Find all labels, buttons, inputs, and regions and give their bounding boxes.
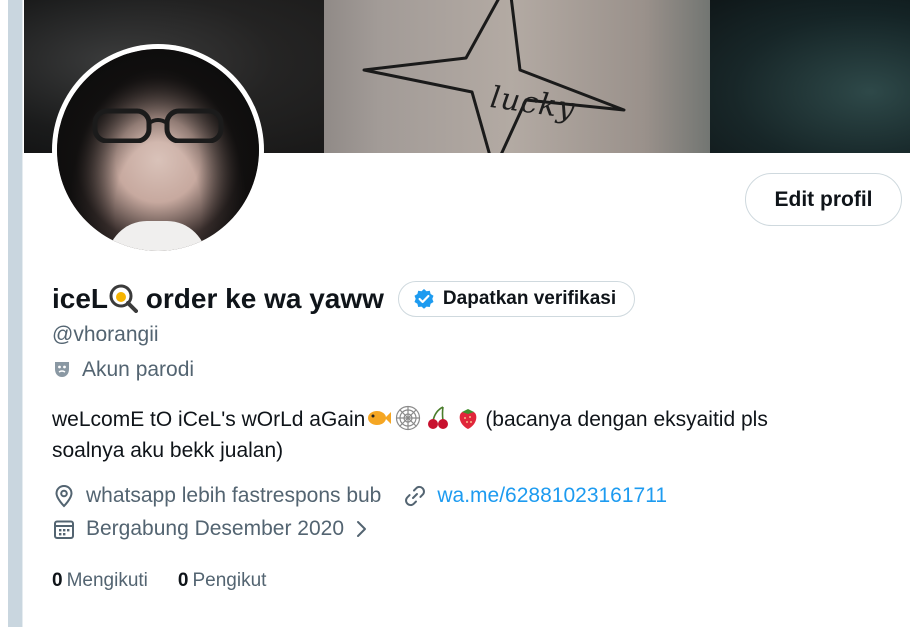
name-row: iceL order ke wa yaww Dapatkan verifikas… xyxy=(52,279,636,319)
location: whatsapp lebih fastrespons bub xyxy=(52,484,381,508)
profile-meta: whatsapp lebih fastrespons bub wa.me/628… xyxy=(52,484,667,508)
cherries-icon xyxy=(428,406,449,429)
profile-handle: @vhorangii xyxy=(52,323,159,346)
joined-date: Bergabung Desember 2020 xyxy=(52,517,370,541)
column-divider xyxy=(22,0,23,627)
followers-link[interactable]: 0 Pengikut xyxy=(178,570,267,592)
avatar[interactable] xyxy=(52,44,264,256)
profile-bio: weLcomE tO iCeL's wOrLd aGain (bacanya d… xyxy=(52,404,852,466)
follow-stats: 0 Mengikuti 0 Pengikut xyxy=(52,570,266,592)
verified-badge-icon xyxy=(414,289,434,309)
fish-icon xyxy=(368,411,392,425)
calendar-icon xyxy=(54,520,74,539)
glasses-shape xyxy=(92,108,224,143)
chevron-right-icon[interactable] xyxy=(354,519,370,539)
website: wa.me/62881023161711 xyxy=(403,484,667,508)
left-rail xyxy=(0,0,24,627)
edit-profile-button[interactable]: Edit profil xyxy=(745,173,902,226)
theater-masks-icon xyxy=(55,362,69,377)
following-link[interactable]: 0 Mengikuti xyxy=(52,570,148,592)
spider-web-icon xyxy=(396,405,421,431)
link-icon xyxy=(405,485,426,507)
location-pin-icon xyxy=(55,484,73,508)
scroll-rail xyxy=(8,0,22,627)
website-link[interactable]: wa.me/62881023161711 xyxy=(437,484,667,508)
magnifier-egg-icon xyxy=(109,284,139,313)
parody-label: Akun parodi xyxy=(52,358,194,382)
get-verified-button[interactable]: Dapatkan verifikasi xyxy=(397,281,636,317)
display-name: iceL order ke wa yaww xyxy=(52,283,384,314)
strawberry-icon xyxy=(459,409,477,429)
star-drawing xyxy=(362,0,626,153)
